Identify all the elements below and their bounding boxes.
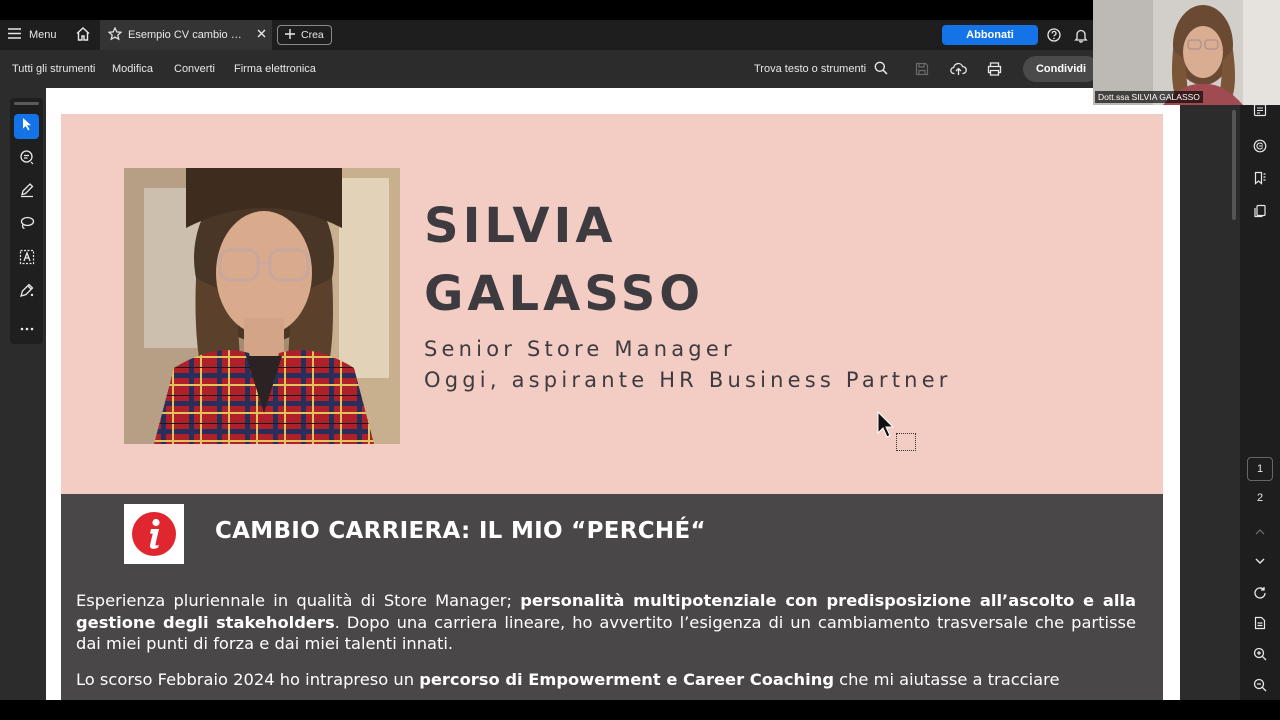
cv-header-band: SILVIA GALASSO Senior Store Manager Oggi… — [61, 114, 1163, 494]
save-icon[interactable] — [912, 50, 932, 88]
lasso-icon — [19, 215, 35, 236]
draw-tool-button[interactable] — [14, 180, 39, 205]
p2-text-2: che mi aiutasse a tracciare — [833, 670, 1060, 689]
vertical-scrollbar[interactable] — [1232, 110, 1236, 220]
text-box-icon — [19, 249, 35, 270]
cloud-upload-icon[interactable] — [948, 50, 968, 88]
selection-marker — [896, 433, 916, 451]
subscribe-button[interactable]: Abbonati — [942, 25, 1038, 45]
chevron-up-icon[interactable] — [1250, 522, 1270, 542]
star-icon[interactable] — [107, 26, 123, 44]
plus-icon — [285, 28, 295, 42]
find-label: Trova testo o strumenti — [754, 63, 867, 75]
info-icon — [124, 504, 184, 564]
last-name: GALASSO — [424, 266, 705, 322]
comment-tool-button[interactable] — [14, 147, 39, 172]
text-tool-button[interactable] — [14, 247, 39, 272]
career-change-section: CAMBIO CARRIERA: IL MIO “PERCHÉ“ Esperie… — [61, 494, 1163, 700]
chevron-down-icon[interactable] — [1250, 551, 1270, 571]
find-tools-search[interactable]: Trova testo o strumenti — [754, 50, 888, 88]
top-black-strip — [0, 0, 1280, 20]
right-side-panel: 1 2 — [1240, 88, 1280, 700]
pages-icon[interactable] — [1250, 201, 1270, 221]
target-role: Oggi, aspirante HR Business Partner — [424, 368, 952, 392]
home-icon — [75, 26, 91, 44]
stamp-icon — [19, 282, 35, 303]
pdf-page: SILVIA GALASSO Senior Store Manager Oggi… — [46, 88, 1180, 700]
page-number-current[interactable]: 1 — [1247, 457, 1273, 481]
comment-icon — [19, 149, 35, 170]
pen-icon — [19, 182, 35, 203]
p2-text-1: Lo scorso Febbraio 2024 ho intrapreso un — [76, 670, 420, 689]
export-icon[interactable] — [1250, 136, 1270, 156]
edit-menu[interactable]: Modifica — [112, 50, 153, 88]
first-name: SILVIA — [424, 198, 617, 254]
quick-tools-rail — [10, 98, 43, 344]
all-tools-menu[interactable]: Tutti gli strumenti — [12, 50, 95, 88]
zoom-out-icon[interactable] — [1250, 675, 1270, 695]
tab-bar: Menu Esempio CV cambio … Crea Abbonati — [0, 20, 1095, 50]
mouse-cursor-icon — [877, 410, 895, 444]
close-icon[interactable] — [257, 29, 266, 41]
print-icon[interactable] — [984, 50, 1004, 88]
search-icon — [874, 61, 888, 78]
bookmark-icon[interactable] — [1250, 168, 1270, 188]
more-horizontal-icon — [20, 318, 34, 336]
cursor-arrow-icon — [21, 117, 33, 136]
p1-text-1: Esperienza pluriennale in qualità di Sto… — [76, 591, 521, 610]
webcam-overlay: Dott.ssa SILVIA GALASSO — [1093, 0, 1280, 105]
profile-photo — [124, 168, 400, 444]
rail-grip[interactable] — [14, 102, 39, 105]
menu-label: Menu — [29, 29, 57, 41]
convert-menu[interactable]: Converti — [174, 50, 215, 88]
document-tab[interactable]: Esempio CV cambio … — [100, 20, 272, 50]
paragraph-experience: Esperienza pluriennale in qualità di Sto… — [76, 590, 1136, 655]
select-tool-button[interactable] — [14, 114, 39, 139]
create-label: Crea — [301, 29, 324, 41]
lasso-tool-button[interactable] — [14, 213, 39, 238]
rotate-icon[interactable] — [1250, 583, 1270, 603]
main-toolbar: Tutti gli strumenti Modifica Converti Fi… — [0, 50, 1099, 88]
hamburger-icon — [8, 28, 21, 42]
page-number[interactable]: 2 — [1247, 486, 1273, 510]
e-signature-menu[interactable]: Firma elettronica — [234, 50, 316, 88]
zoom-in-icon[interactable] — [1250, 644, 1270, 664]
stamp-tool-button[interactable] — [14, 280, 39, 305]
paragraph-coaching: Lo scorso Febbraio 2024 ho intrapreso un… — [76, 669, 1136, 691]
share-button[interactable]: Condividi — [1023, 56, 1099, 82]
tab-title: Esempio CV cambio … — [128, 29, 242, 41]
create-button[interactable]: Crea — [277, 25, 332, 45]
page-fit-icon[interactable] — [1250, 613, 1270, 633]
help-icon[interactable] — [1046, 20, 1062, 50]
p2-bold-1: percorso di Empowerment e Career Coachin… — [419, 670, 834, 689]
participant-name-label: Dott.ssa SILVIA GALASSO — [1095, 91, 1203, 103]
more-tools-button[interactable] — [14, 314, 39, 339]
current-role: Senior Store Manager — [424, 337, 736, 361]
home-button[interactable] — [72, 20, 94, 50]
bell-icon[interactable] — [1073, 20, 1089, 50]
menu-button[interactable]: Menu — [8, 20, 57, 50]
bottom-black-strip — [0, 700, 1280, 720]
section-title: CAMBIO CARRIERA: IL MIO “PERCHÉ“ — [215, 518, 706, 544]
